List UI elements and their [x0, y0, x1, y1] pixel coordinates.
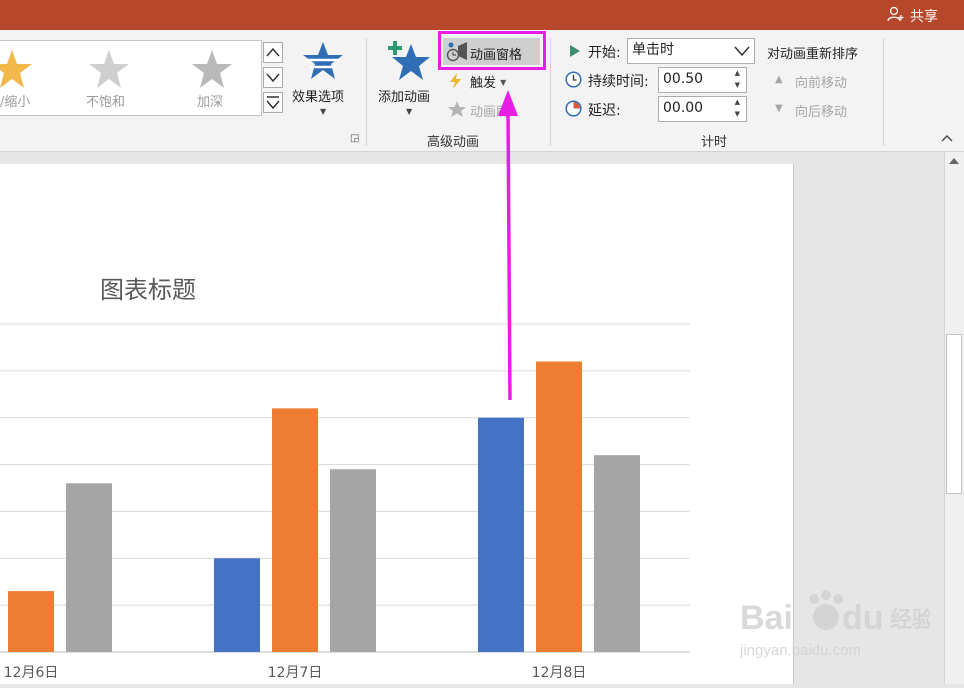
svg-text:Bai: Bai — [740, 599, 793, 637]
baidu-jingyan-watermark: Bai du 经验 jingyan.baidu.com — [739, 585, 934, 669]
baidu-paw-logo: Bai du 经验 jingyan.baidu.com — [739, 590, 934, 659]
svg-text:jingyan.baidu.com: jingyan.baidu.com — [740, 642, 861, 659]
svg-text:经验: 经验 — [890, 607, 930, 633]
svg-text:du: du — [842, 599, 884, 637]
annotation-arrow — [498, 90, 518, 401]
